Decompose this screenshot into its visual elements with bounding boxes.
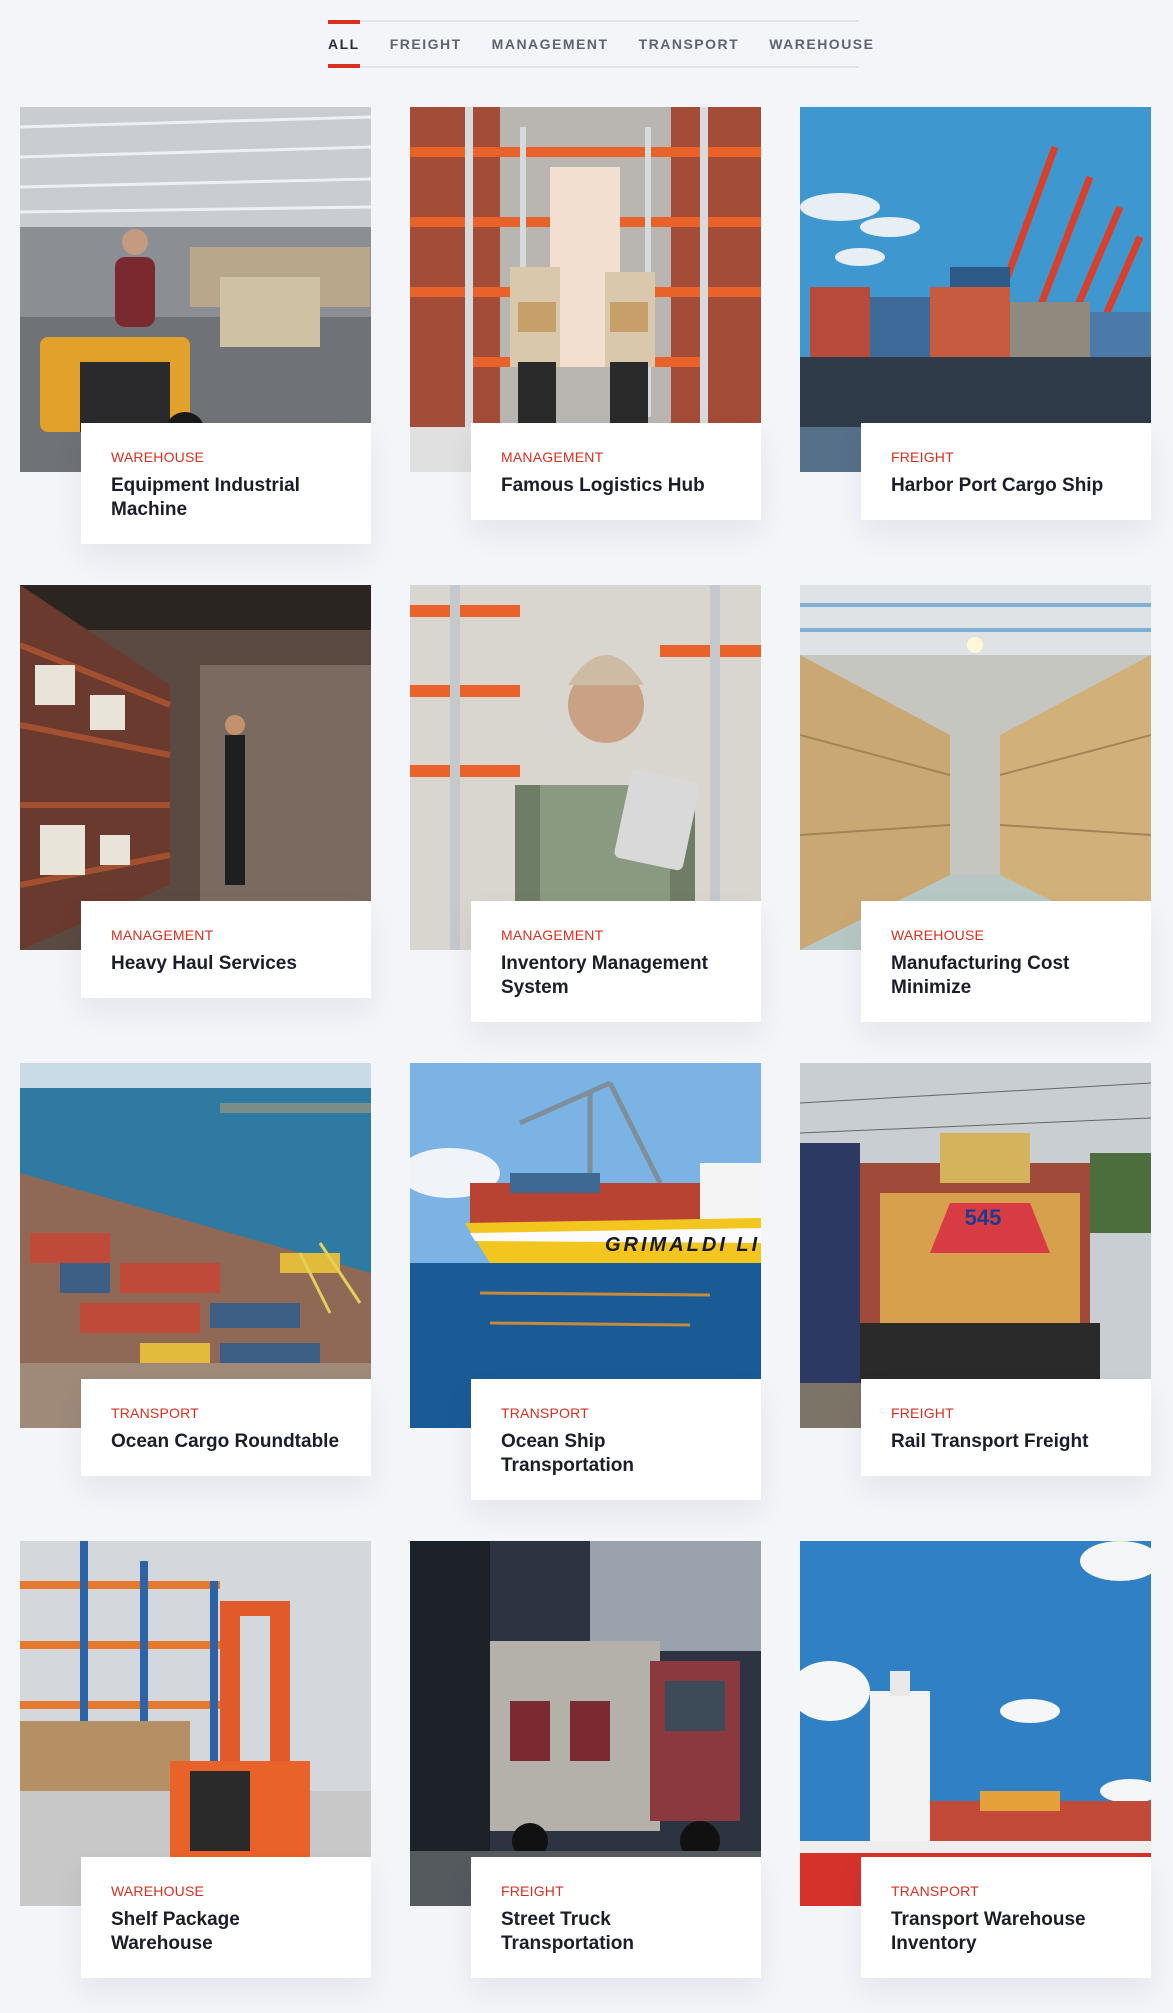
project-card-info: MANAGEMENT Famous Logistics Hub <box>471 423 761 520</box>
project-card[interactable]: 545 FREIGHT Rail Transport Freight <box>800 1063 1151 1500</box>
project-title[interactable]: Equipment Industrial Machine <box>111 474 341 522</box>
locomotive-photo[interactable]: 545 <box>800 1063 1151 1428</box>
filter-tab-warehouse[interactable]: WAREHOUSE <box>769 22 874 66</box>
project-card-info: MANAGEMENT Inventory Management System <box>471 901 761 1022</box>
project-category[interactable]: MANAGEMENT <box>501 449 731 465</box>
project-card[interactable]: WAREHOUSE Manufacturing Cost Minimize <box>800 585 1151 1022</box>
project-category[interactable]: MANAGEMENT <box>501 927 731 943</box>
project-title[interactable]: Manufacturing Cost Minimize <box>891 952 1121 1000</box>
filter-tab-freight[interactable]: FREIGHT <box>390 22 462 66</box>
project-title[interactable]: Inventory Management System <box>501 952 731 1000</box>
project-title[interactable]: Ocean Ship Transportation <box>501 1430 731 1478</box>
project-category[interactable]: FREIGHT <box>891 1405 1121 1421</box>
project-category[interactable]: WAREHOUSE <box>111 449 341 465</box>
project-category[interactable]: MANAGEMENT <box>111 927 341 943</box>
warehouse-shelves-photo[interactable] <box>20 585 371 950</box>
project-title[interactable]: Harbor Port Cargo Ship <box>891 474 1121 498</box>
project-category[interactable]: WAREHOUSE <box>111 1883 341 1899</box>
project-title[interactable]: Heavy Haul Services <box>111 952 341 976</box>
project-title[interactable]: Street Truck Transportation <box>501 1908 731 1956</box>
project-card-info: FREIGHT Rail Transport Freight <box>861 1379 1151 1476</box>
project-card[interactable]: MANAGEMENT Famous Logistics Hub <box>410 107 761 544</box>
project-card-info: FREIGHT Street Truck Transportation <box>471 1857 761 1978</box>
project-card[interactable]: TRANSPORT Transport Warehouse Inventory <box>800 1541 1151 1978</box>
ship-grimaldi-photo[interactable]: GRIMALDI LI <box>410 1063 761 1428</box>
boxes-aisle-photo[interactable] <box>800 585 1151 950</box>
project-title[interactable]: Transport Warehouse Inventory <box>891 1908 1121 1956</box>
project-card-info: FREIGHT Harbor Port Cargo Ship <box>861 423 1151 520</box>
project-category[interactable]: TRANSPORT <box>891 1883 1121 1899</box>
project-card[interactable]: WAREHOUSE Equipment Industrial Machine <box>20 107 371 544</box>
project-title[interactable]: Shelf Package Warehouse <box>111 1908 341 1956</box>
locomotive-number: 545 <box>965 1205 1002 1230</box>
project-card-info: MANAGEMENT Heavy Haul Services <box>81 901 371 998</box>
project-card[interactable]: FREIGHT Harbor Port Cargo Ship <box>800 107 1151 544</box>
project-card[interactable]: FREIGHT Street Truck Transportation <box>410 1541 761 1978</box>
portfolio-grid: WAREHOUSE Equipment Industrial Machine M… <box>20 107 1152 1978</box>
cargo-ship-cranes-photo[interactable] <box>800 107 1151 472</box>
project-title[interactable]: Famous Logistics Hub <box>501 474 731 498</box>
project-category[interactable]: FREIGHT <box>501 1883 731 1899</box>
project-card-info: TRANSPORT Ocean Cargo Roundtable <box>81 1379 371 1476</box>
project-card[interactable]: WAREHOUSE Shelf Package Warehouse <box>20 1541 371 1978</box>
project-category[interactable]: TRANSPORT <box>111 1405 341 1421</box>
project-category[interactable]: TRANSPORT <box>501 1405 731 1421</box>
truck-photo[interactable] <box>410 1541 761 1906</box>
project-card-info: WAREHOUSE Manufacturing Cost Minimize <box>861 901 1151 1022</box>
container-port-photo[interactable] <box>20 1063 371 1428</box>
orange-forklift-photo[interactable] <box>20 1541 371 1906</box>
project-card-info: TRANSPORT Transport Warehouse Inventory <box>861 1857 1151 1978</box>
cargo-vessel-sky-photo[interactable] <box>800 1541 1151 1906</box>
project-card-info: TRANSPORT Ocean Ship Transportation <box>471 1379 761 1500</box>
filter-tab-management[interactable]: MANAGEMENT <box>492 22 609 66</box>
worker-tablet-photo[interactable] <box>410 585 761 950</box>
warehouse-forklift-photo[interactable] <box>20 107 371 472</box>
warehouse-workers-photo[interactable] <box>410 107 761 472</box>
project-card-info: WAREHOUSE Equipment Industrial Machine <box>81 423 371 544</box>
project-title[interactable]: Ocean Cargo Roundtable <box>111 1430 341 1454</box>
project-category[interactable]: WAREHOUSE <box>891 927 1121 943</box>
project-card[interactable]: TRANSPORT Ocean Cargo Roundtable <box>20 1063 371 1500</box>
filter-tab-transport[interactable]: TRANSPORT <box>639 22 740 66</box>
project-title[interactable]: Rail Transport Freight <box>891 1430 1121 1454</box>
portfolio-filter-bar: ALL FREIGHT MANAGEMENT TRANSPORT WAREHOU… <box>328 20 873 68</box>
project-card[interactable]: MANAGEMENT Inventory Management System <box>410 585 761 1022</box>
project-card-info: WAREHOUSE Shelf Package Warehouse <box>81 1857 371 1978</box>
project-card[interactable]: MANAGEMENT Heavy Haul Services <box>20 585 371 1022</box>
ship-hull-text: GRIMALDI LI <box>605 1234 760 1256</box>
project-category[interactable]: FREIGHT <box>891 449 1121 465</box>
project-card[interactable]: GRIMALDI LI TRANSPORT Ocean Ship Transpo… <box>410 1063 761 1500</box>
filter-tab-all[interactable]: ALL <box>328 20 360 68</box>
